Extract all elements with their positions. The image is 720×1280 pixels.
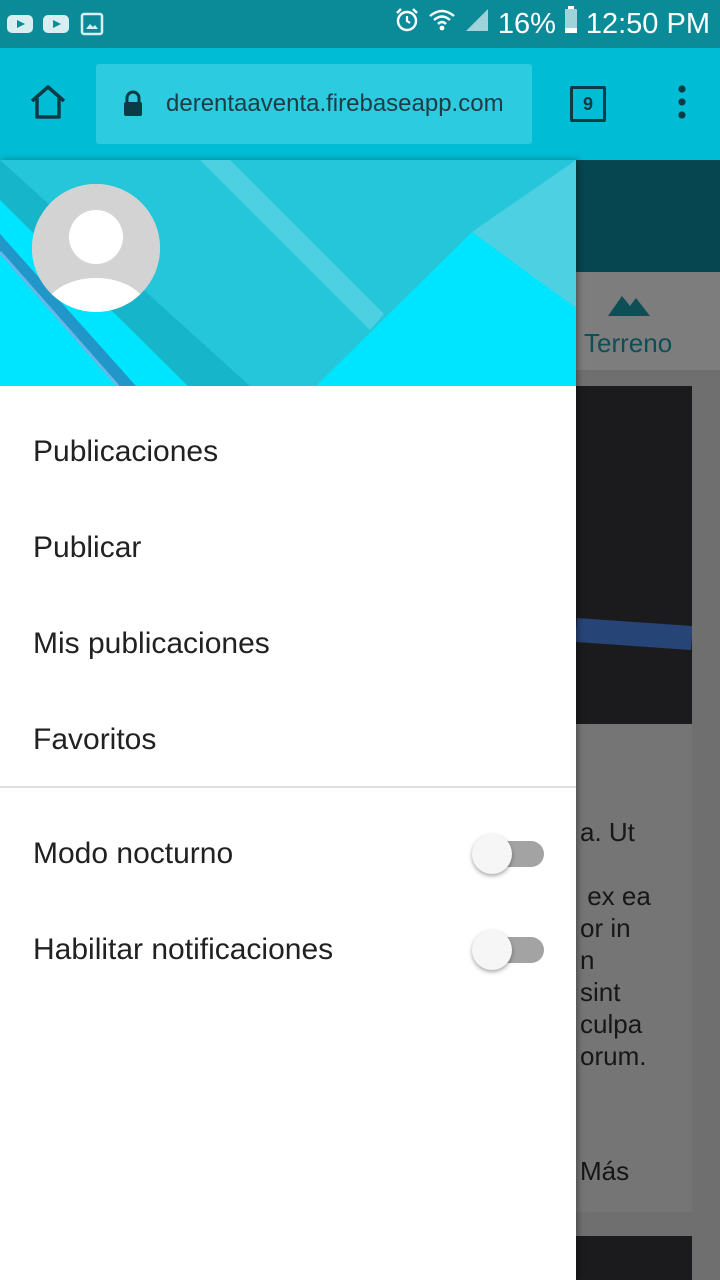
tab-terreno[interactable]: Terreno (584, 328, 672, 359)
listing-card[interactable]: a. Ut ex ea or in n sint culpa orum. Más (576, 386, 692, 1212)
notifications-toggle[interactable] (472, 929, 544, 971)
overflow-menu-button[interactable] (644, 48, 720, 160)
battery-percent: 16% (497, 7, 556, 40)
url-bar[interactable]: derentaaventa.firebaseapp.com (96, 64, 532, 144)
url-text: derentaaventa.firebaseapp.com (166, 90, 504, 117)
alarm-icon (394, 7, 420, 41)
nav-item-favoritos[interactable]: Favoritos (0, 692, 576, 788)
navigation-drawer: Publicaciones Publicar Mis publicaciones… (0, 160, 576, 1280)
browser-toolbar: derentaaventa.firebaseapp.com 9 (0, 48, 720, 160)
notification-icons (6, 12, 106, 36)
drawer-settings: Modo nocturno Habilitar notificaciones (0, 806, 576, 998)
night-mode-label: Modo nocturno (33, 837, 234, 870)
more-link[interactable]: Más (580, 1156, 629, 1187)
more-vert-icon (677, 84, 687, 125)
nav-item-publicaciones[interactable]: Publicaciones (0, 404, 576, 500)
wifi-icon (428, 7, 456, 41)
setting-night-mode: Modo nocturno (0, 806, 576, 902)
notifications-label: Habilitar notificaciones (33, 933, 334, 966)
clock: 12:50 PM (585, 7, 710, 40)
category-tabs: Terreno (576, 272, 720, 370)
image-icon (78, 12, 106, 36)
home-icon (28, 83, 68, 126)
setting-notifications: Habilitar notificaciones (0, 902, 576, 998)
avatar[interactable] (32, 184, 160, 312)
drawer-nav: Publicaciones Publicar Mis publicaciones… (0, 386, 576, 788)
listing-description: a. Ut ex ea or in n sint culpa orum. (580, 817, 651, 1071)
youtube-icon (6, 13, 34, 35)
page-header (576, 160, 720, 272)
drawer-header (0, 160, 576, 386)
tabs-button[interactable]: 9 (532, 48, 644, 160)
terrain-icon (606, 290, 652, 323)
signal-icon (464, 7, 490, 41)
youtube-icon (42, 13, 70, 35)
status-bar: 16% 12:50 PM (0, 0, 720, 48)
nav-item-mis-publicaciones[interactable]: Mis publicaciones (0, 596, 576, 692)
listing-card-next (576, 1236, 692, 1280)
drawer-divider (0, 786, 576, 788)
tab-count: 9 (570, 86, 606, 122)
battery-icon (564, 6, 578, 42)
listing-image (576, 386, 692, 724)
nav-item-publicar[interactable]: Publicar (0, 500, 576, 596)
lock-icon (122, 90, 152, 118)
home-button[interactable] (0, 48, 96, 160)
night-mode-toggle[interactable] (472, 833, 544, 875)
